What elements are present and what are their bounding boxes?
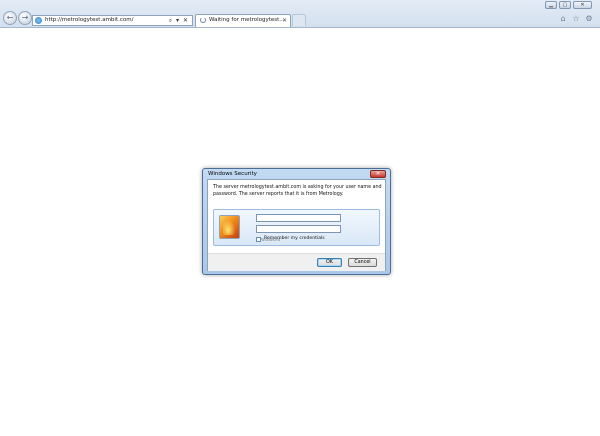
- tab-title: Waiting for metrologytest....: [209, 17, 287, 23]
- dialog-footer: OK Cancel: [208, 253, 385, 271]
- dialog-close-button[interactable]: ✕: [370, 170, 386, 178]
- remember-label: Remember my credentials: [264, 236, 325, 241]
- address-bar[interactable]: http://metrologytest.ambit.com/ ⌕ ▾ ✕: [32, 15, 193, 26]
- forward-arrow-icon: →: [21, 13, 29, 22]
- site-favicon-icon: [35, 17, 42, 24]
- tab-close-icon[interactable]: ✕: [282, 15, 287, 26]
- dialog-title: Windows Security: [208, 171, 257, 177]
- back-button[interactable]: ←: [3, 11, 17, 25]
- cancel-button[interactable]: Cancel: [348, 258, 377, 267]
- favorites-icon[interactable]: ☆: [571, 14, 581, 24]
- credential-panel: Remember my credentials: [213, 209, 380, 246]
- back-arrow-icon: ←: [6, 13, 14, 22]
- username-field[interactable]: [256, 214, 341, 233]
- user-avatar-icon: [219, 215, 240, 239]
- loading-spinner-icon: [200, 17, 206, 23]
- home-icon[interactable]: ⌂: [558, 14, 568, 24]
- remember-checkbox[interactable]: [256, 236, 261, 242]
- dialog-message: The server metrologytest.ambit.com is as…: [213, 185, 382, 197]
- minimize-button[interactable]: ▁: [545, 1, 557, 9]
- remember-credentials[interactable]: Remember my credentials: [256, 236, 325, 242]
- dialog-body: The server metrologytest.ambit.com is as…: [207, 179, 386, 271]
- browser-right-tools: ⌂ ☆ ⚙: [555, 14, 594, 24]
- security-dialog: Windows Security ✕ The server metrologyt…: [202, 168, 391, 275]
- tab-loading[interactable]: Waiting for metrologytest.... ✕: [195, 14, 291, 27]
- window-close-button[interactable]: ✕: [573, 1, 592, 9]
- new-tab-button[interactable]: [292, 14, 306, 26]
- forward-button[interactable]: →: [18, 11, 32, 25]
- browser-toolbar: ← → http://metrologytest.ambit.com/ ⌕ ▾ …: [0, 0, 600, 28]
- address-tools[interactable]: ⌕ ▾ ✕: [169, 16, 189, 25]
- settings-icon[interactable]: ⚙: [584, 14, 594, 24]
- window-controls: ▁ ▢ ✕: [543, 1, 592, 10]
- ok-button[interactable]: OK: [317, 258, 342, 267]
- maximize-button[interactable]: ▢: [559, 1, 571, 9]
- address-url[interactable]: http://metrologytest.ambit.com/: [45, 16, 133, 25]
- password-field[interactable]: [256, 225, 341, 244]
